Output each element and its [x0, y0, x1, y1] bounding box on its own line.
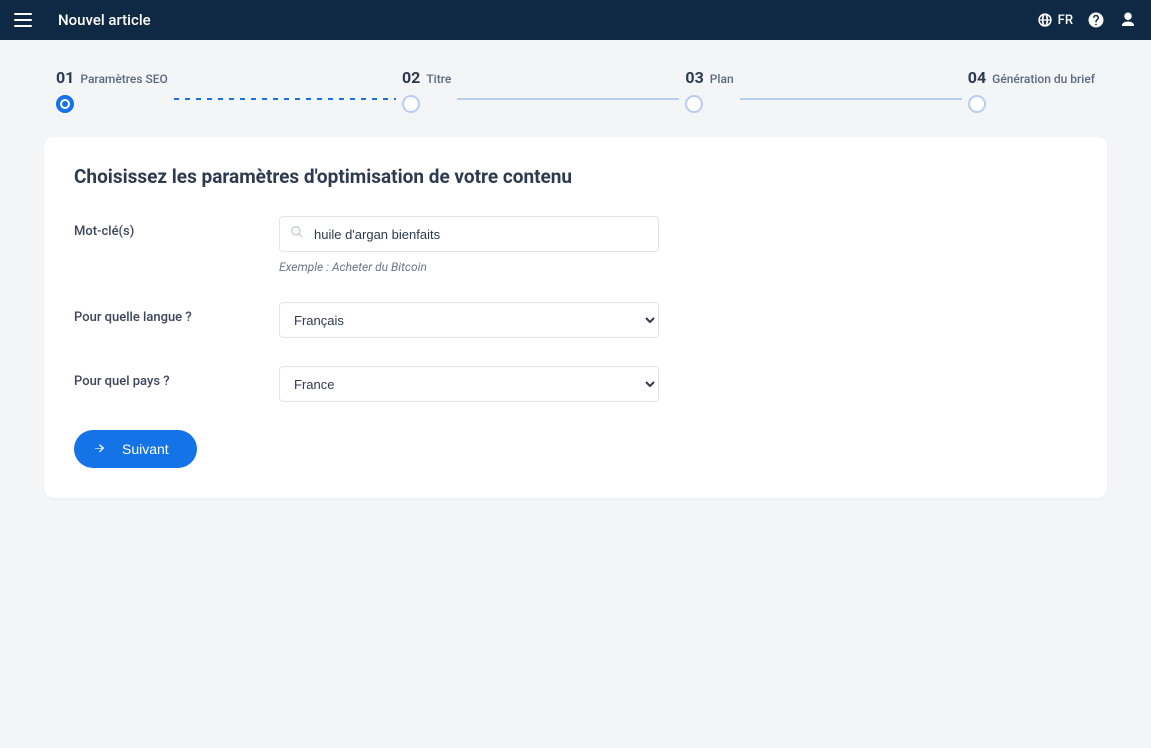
step-seo[interactable]: 01 Paramètres SEO: [56, 68, 168, 113]
page-title: Nouvel article: [58, 11, 151, 29]
keyword-label: Mot-clé(s): [74, 216, 279, 239]
language-label: Pour quelle langue ?: [74, 302, 279, 325]
help-icon[interactable]: [1087, 11, 1105, 29]
topbar: Nouvel article FR: [0, 0, 1151, 40]
step-line: [457, 98, 679, 100]
settings-card: Choisissez les paramètres d'optimisation…: [44, 137, 1107, 498]
next-button-label: Suivant: [122, 441, 169, 457]
step-title[interactable]: 02 Titre: [402, 68, 451, 113]
step-num: 02: [402, 68, 420, 87]
language-row: Pour quelle langue ? Français: [74, 302, 1077, 338]
step-num: 03: [685, 68, 703, 87]
search-icon: [290, 225, 304, 243]
user-icon[interactable]: [1119, 11, 1137, 29]
keyword-row: Mot-clé(s) Exemple : Acheter du Bitcoin: [74, 216, 1077, 274]
step-line: [740, 98, 962, 100]
step-name: Paramètres SEO: [80, 72, 167, 86]
step-line: [174, 98, 396, 100]
step-dot-icon: [685, 95, 703, 113]
step-num: 04: [968, 68, 986, 87]
step-name: Génération du brief: [992, 72, 1095, 86]
step-dot-icon: [402, 95, 420, 113]
language-switcher[interactable]: FR: [1037, 12, 1073, 28]
language-code: FR: [1058, 13, 1073, 28]
country-row: Pour quel pays ? France: [74, 366, 1077, 402]
step-brief[interactable]: 04 Génération du brief: [968, 68, 1095, 113]
step-name: Plan: [710, 72, 734, 86]
step-name: Titre: [426, 72, 451, 86]
globe-icon: [1037, 12, 1053, 28]
next-button[interactable]: Suivant: [74, 430, 197, 468]
country-select[interactable]: France: [279, 366, 659, 402]
step-num: 01: [56, 68, 74, 87]
stepper: 01 Paramètres SEO 02 Titre 03 Plan 04: [56, 68, 1095, 113]
arrow-right-icon: [92, 441, 106, 458]
keyword-help: Exemple : Acheter du Bitcoin: [279, 260, 659, 274]
country-label: Pour quel pays ?: [74, 366, 279, 389]
step-plan[interactable]: 03 Plan: [685, 68, 733, 113]
keyword-input[interactable]: [279, 216, 659, 252]
card-title: Choisissez les paramètres d'optimisation…: [74, 165, 1077, 188]
step-dot-icon: [56, 95, 74, 113]
menu-icon[interactable]: [14, 9, 36, 31]
step-dot-icon: [968, 95, 986, 113]
language-select[interactable]: Français: [279, 302, 659, 338]
